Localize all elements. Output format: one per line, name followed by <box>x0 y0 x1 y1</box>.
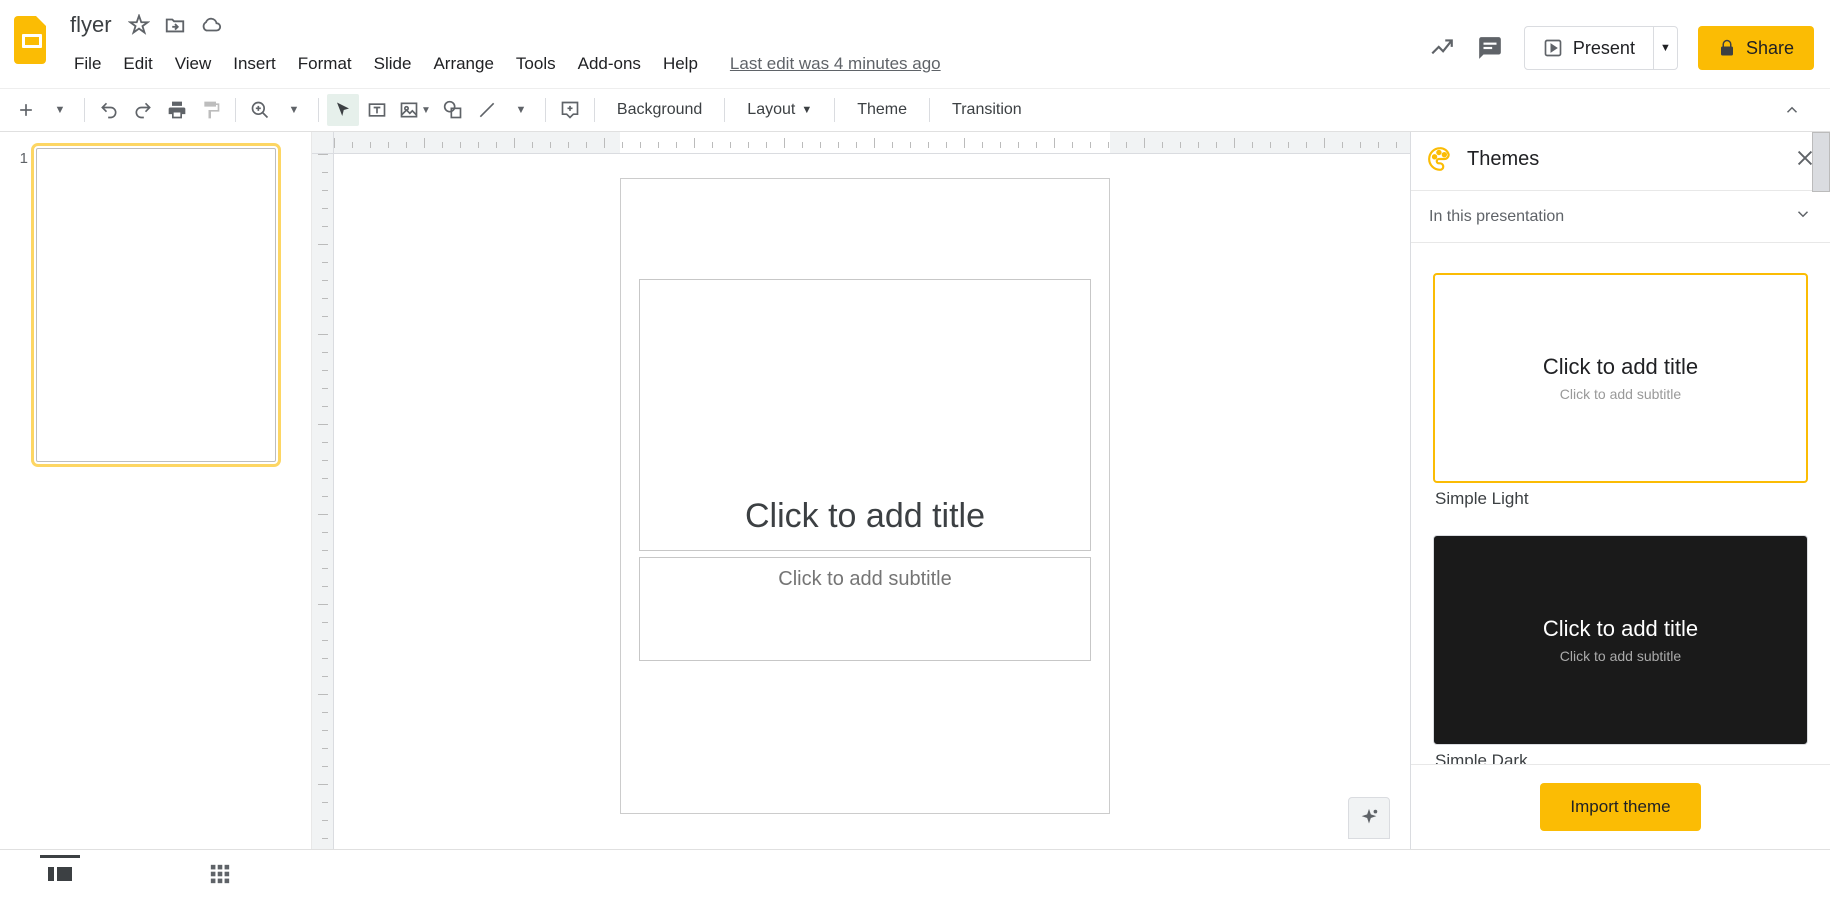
bottom-bar <box>0 849 1830 897</box>
header-actions: Present ▼ Share <box>1428 8 1814 70</box>
header-main: flyer File Edit View Insert Format Slide… <box>64 8 1428 82</box>
collapse-toolbar-button[interactable] <box>1776 94 1808 126</box>
theme-preview-title: Click to add title <box>1543 616 1698 642</box>
canvas-area[interactable]: Click to add title Click to add subtitle <box>312 132 1410 849</box>
menu-bar: File Edit View Insert Format Slide Arran… <box>64 46 1428 82</box>
comment-button[interactable] <box>554 94 586 126</box>
comments-icon[interactable] <box>1476 34 1504 62</box>
new-slide-dropdown[interactable]: ▼ <box>44 94 76 126</box>
menu-insert[interactable]: Insert <box>223 48 286 80</box>
star-icon[interactable] <box>128 14 150 36</box>
theme-label: Simple Dark <box>1433 751 1808 764</box>
present-label: Present <box>1573 38 1635 59</box>
section-label: In this presentation <box>1429 208 1564 226</box>
select-tool-button[interactable] <box>327 94 359 126</box>
app-header: flyer File Edit View Insert Format Slide… <box>0 0 1830 88</box>
shape-button[interactable] <box>437 94 469 126</box>
theme-preview-subtitle: Click to add subtitle <box>1560 648 1681 664</box>
share-label: Share <box>1746 38 1794 59</box>
palette-icon <box>1427 146 1453 172</box>
slide-number: 1 <box>10 148 28 462</box>
grid-view-button[interactable] <box>200 857 240 891</box>
menu-help[interactable]: Help <box>653 48 708 80</box>
menu-addons[interactable]: Add-ons <box>568 48 651 80</box>
title-placeholder[interactable]: Click to add title <box>639 279 1091 551</box>
themes-title: Themes <box>1467 148 1539 171</box>
title-placeholder-text: Click to add title <box>745 497 985 536</box>
title-row: flyer <box>64 8 1428 42</box>
transition-button[interactable]: Transition <box>938 101 1036 119</box>
new-slide-button[interactable] <box>10 94 42 126</box>
zoom-button[interactable] <box>244 94 276 126</box>
zoom-dropdown[interactable]: ▼ <box>278 94 310 126</box>
ruler-vertical <box>312 154 334 849</box>
separator <box>834 98 835 122</box>
theme-preview-subtitle: Click to add subtitle <box>1560 386 1681 402</box>
separator <box>318 98 319 122</box>
textbox-button[interactable] <box>361 94 393 126</box>
separator <box>84 98 85 122</box>
last-edit-link[interactable]: Last edit was 4 minutes ago <box>730 54 941 74</box>
themes-scrollbar-thumb[interactable] <box>1812 132 1830 192</box>
slide-thumb-1[interactable]: 1 <box>10 148 301 462</box>
cloud-status-icon[interactable] <box>200 14 222 36</box>
ruler-horizontal <box>334 132 1410 154</box>
background-button[interactable]: Background <box>603 101 716 119</box>
menu-file[interactable]: File <box>64 48 111 80</box>
themes-section-header[interactable]: In this presentation <box>1411 191 1830 243</box>
menu-arrange[interactable]: Arrange <box>423 48 503 80</box>
themes-panel: Themes In this presentation Click to add… <box>1410 132 1830 849</box>
subtitle-placeholder[interactable]: Click to add subtitle <box>639 557 1091 661</box>
separator <box>724 98 725 122</box>
chevron-down-icon <box>1794 205 1812 228</box>
themes-footer: Import theme <box>1411 764 1830 849</box>
title-icons <box>128 14 222 36</box>
theme-preview-title: Click to add title <box>1543 354 1698 380</box>
separator <box>594 98 595 122</box>
menu-format[interactable]: Format <box>288 48 362 80</box>
present-button[interactable]: Present ▼ <box>1524 26 1678 70</box>
ruler-corner <box>312 132 334 154</box>
main-area: 1 Click to add title Click to add subtit… <box>0 132 1830 849</box>
toolbar: ▼ ▼ ▼ ▼ Background Layout▼ Theme Transit… <box>0 88 1830 132</box>
print-button[interactable] <box>161 94 193 126</box>
slide-canvas[interactable]: Click to add title Click to add subtitle <box>620 178 1110 814</box>
line-button[interactable] <box>471 94 503 126</box>
theme-button[interactable]: Theme <box>843 101 921 119</box>
present-dropdown[interactable]: ▼ <box>1653 27 1677 69</box>
slides-logo[interactable] <box>10 8 54 66</box>
activity-icon[interactable] <box>1428 34 1456 62</box>
layout-label: Layout <box>747 101 795 119</box>
move-icon[interactable] <box>164 14 186 36</box>
menu-slide[interactable]: Slide <box>364 48 422 80</box>
theme-card-simple-light[interactable]: Click to add title Click to add subtitle <box>1433 273 1808 483</box>
slide-filmstrip: 1 <box>0 132 312 849</box>
document-title[interactable]: flyer <box>64 10 118 40</box>
image-button[interactable]: ▼ <box>395 94 435 126</box>
menu-view[interactable]: View <box>165 48 222 80</box>
import-theme-button[interactable]: Import theme <box>1540 783 1700 831</box>
menu-tools[interactable]: Tools <box>506 48 566 80</box>
slide-thumbnail[interactable] <box>36 148 276 462</box>
filmstrip-view-button[interactable] <box>40 855 80 889</box>
menu-edit[interactable]: Edit <box>113 48 162 80</box>
themes-list[interactable]: Click to add title Click to add subtitle… <box>1411 243 1830 764</box>
import-theme-label: Import theme <box>1570 797 1670 816</box>
separator <box>929 98 930 122</box>
subtitle-placeholder-text: Click to add subtitle <box>778 568 951 591</box>
undo-button[interactable] <box>93 94 125 126</box>
theme-label: Simple Light <box>1433 489 1808 509</box>
separator <box>545 98 546 122</box>
paint-format-button[interactable] <box>195 94 227 126</box>
redo-button[interactable] <box>127 94 159 126</box>
separator <box>235 98 236 122</box>
themes-header: Themes <box>1411 132 1830 191</box>
line-dropdown[interactable]: ▼ <box>505 94 537 126</box>
theme-card-simple-dark[interactable]: Click to add title Click to add subtitle <box>1433 535 1808 745</box>
layout-button[interactable]: Layout▼ <box>733 101 826 119</box>
explore-button[interactable] <box>1348 797 1390 839</box>
present-main[interactable]: Present <box>1525 38 1653 59</box>
share-button[interactable]: Share <box>1698 26 1814 70</box>
